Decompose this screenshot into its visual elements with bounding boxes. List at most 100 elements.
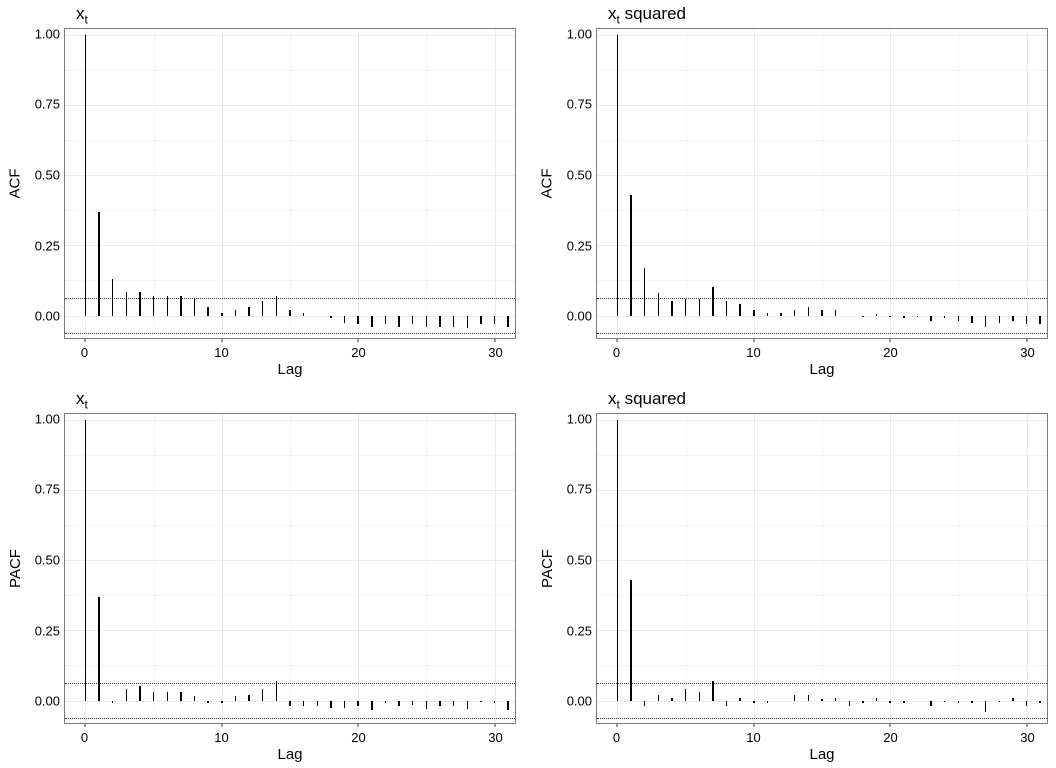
acf-bar [398,701,400,707]
acf-bar [780,313,782,316]
y-tick-label: 0.50 [35,168,60,183]
x-tick-label: 10 [746,730,760,745]
chart-panel-br: xt squaredPACF0.000.250.500.751.00010203… [536,389,1048,764]
acf-bar [371,316,373,327]
x-tick-label: 0 [81,345,88,360]
acf-bar [426,316,428,327]
acf-bar [699,299,701,316]
acf-bar [112,701,114,704]
acf-bar [453,701,455,707]
acf-bar [644,268,646,316]
acf-bar [139,686,141,700]
y-tick-label: 0.00 [567,694,592,709]
acf-bar [85,35,87,316]
acf-bar [903,701,905,704]
acf-bar [371,701,373,711]
acf-bar [685,689,687,700]
x-axis-row: 0102030Lag [4,724,516,764]
acf-bar [985,316,987,327]
chart-title: xt squared [608,4,1048,26]
acf-bar [794,695,796,701]
chart-panel-tr: xt squaredACF0.000.250.500.751.000102030… [536,4,1048,379]
y-tick-label: 0.75 [567,97,592,112]
acf-bar [971,316,973,323]
plot-row: PACF0.000.250.500.751.00 [4,413,516,724]
x-axis-label: Lag [64,361,516,378]
x-tick-label: 30 [1020,730,1034,745]
acf-bar [944,701,946,702]
chart-panel-tl: xtACF0.000.250.500.751.000102030Lag [4,4,516,379]
y-axis-label: ACF [7,169,24,199]
acf-bar [289,701,291,707]
acf-bar [958,701,960,704]
x-axis-label: Lag [64,746,516,763]
x-tick-label: 20 [883,730,897,745]
y-tick-label: 0.00 [35,694,60,709]
x-axis-row: 0102030Lag [536,339,1048,379]
y-tick-label: 0.50 [567,168,592,183]
acf-bar [98,597,100,701]
x-axis-ticks: 0102030Lag [596,339,1048,379]
y-axis-label: ACF [539,169,556,199]
acf-bar [753,701,755,704]
x-tick-label: 10 [214,730,228,745]
y-axis-ticks: 0.000.250.500.751.00 [26,28,64,339]
y-tick-label: 0.75 [35,482,60,497]
acf-bar [412,701,414,705]
acf-bar [835,698,837,701]
acf-bar [98,212,100,316]
plot-row: ACF0.000.250.500.751.00 [536,28,1048,339]
x-tick-label: 20 [351,730,365,745]
y-tick-label: 1.00 [567,26,592,41]
acf-bar [221,313,223,316]
acf-bar [126,689,128,700]
confidence-line [597,333,1047,334]
confidence-line [65,333,515,334]
acf-bar [507,701,509,711]
acf-bar [303,701,305,707]
acf-bar [248,695,250,701]
acf-bar [862,316,864,317]
acf-bar [289,310,291,316]
acf-bar [999,701,1001,702]
y-tick-label: 1.00 [567,411,592,426]
acf-bar [944,316,946,319]
confidence-line [597,683,1047,684]
acf-bar [357,316,359,324]
y-axis-ticks: 0.000.250.500.751.00 [558,28,596,339]
acf-bar [1012,698,1014,701]
y-tick-label: 1.00 [35,411,60,426]
acf-bar [126,292,128,316]
acf-bar [357,701,359,707]
confidence-line [65,298,515,299]
x-axis-ticks: 0102030Lag [64,339,516,379]
acf-bar [426,701,428,709]
y-axis-ticks: 0.000.250.500.751.00 [558,413,596,724]
acf-bar [876,314,878,315]
acf-bar [262,689,264,700]
y-tick-label: 0.25 [567,238,592,253]
acf-bar [1039,316,1041,324]
acf-bar [1012,316,1014,322]
acf-bar [889,316,891,317]
x-tick-label: 0 [613,730,620,745]
acf-bar [999,316,1001,323]
x-axis-label: Lag [596,361,1048,378]
acf-bar [194,696,196,700]
x-axis-row: 0102030Lag [536,724,1048,764]
y-axis-label: PACF [539,549,556,588]
y-tick-label: 0.25 [567,623,592,638]
acf-bar [617,35,619,316]
acf-bar [385,316,387,324]
acf-bar [453,316,455,327]
acf-bar [248,307,250,315]
acf-bar [903,316,905,319]
acf-bar [439,316,441,327]
acf-bar [194,299,196,316]
plot-row: ACF0.000.250.500.751.00 [4,28,516,339]
acf-bar [821,310,823,316]
acf-bar [494,701,496,704]
acf-bar [889,701,891,704]
acf-bar [971,701,973,704]
x-tick-label: 30 [488,345,502,360]
